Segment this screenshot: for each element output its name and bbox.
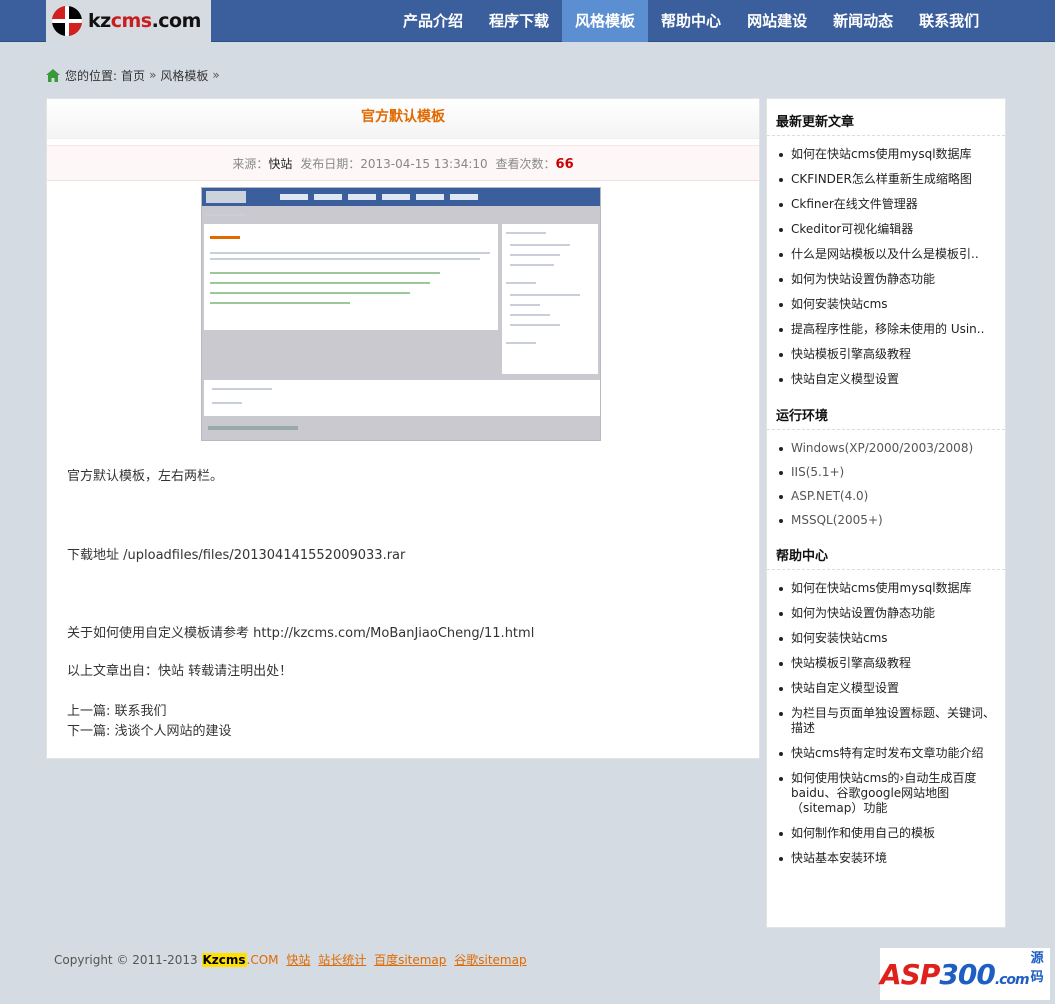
latest-articles-list: 如何在快站cms使用mysql数据库 CKFINDER怎么样重新生成缩略图 Ck… [767, 136, 1005, 401]
latest-article-item[interactable]: 快站自定义模型设置 [777, 372, 1005, 387]
nav-item-products[interactable]: 产品介绍 [390, 0, 476, 42]
help-center-list: 如何在快站cms使用mysql数据库 如何为快站设置伪静态功能 如何安装快站cm… [767, 570, 1005, 880]
help-article-item[interactable]: 如何制作和使用自己的模板 [777, 826, 1005, 841]
top-navigation-bar: kzcms.com 产品介绍 程序下载 风格模板 帮助中心 网站建设 新闻动态 … [0, 0, 1055, 42]
help-article-item[interactable]: 如何在快站cms使用mysql数据库 [777, 581, 1005, 596]
nav-item-website-building[interactable]: 网站建设 [734, 0, 820, 42]
sidebar: 最新更新文章 如何在快站cms使用mysql数据库 CKFINDER怎么样重新生… [766, 98, 1006, 928]
environment-item: Windows(XP/2000/2003/2008) [777, 441, 1005, 456]
nav-item-help[interactable]: 帮助中心 [648, 0, 734, 42]
home-icon [46, 68, 60, 82]
environment-heading: 运行环境 [767, 401, 1005, 430]
logo-text: kzcms.com [88, 10, 201, 32]
breadcrumb-separator: » [149, 68, 157, 82]
environment-list: Windows(XP/2000/2003/2008) IIS(5.1+) ASP… [767, 430, 1005, 541]
footer-link-google-sitemap[interactable]: 谷歌sitemap [454, 953, 526, 967]
views-label: 查看次数： [495, 157, 556, 171]
help-article-item[interactable]: 为栏目与页面单独设置标题、关键词、描述 [777, 706, 1005, 736]
footer-link-stats[interactable]: 站长统计 [318, 953, 366, 967]
article-download[interactable]: 下载地址 /uploadfiles/files/2013041415520090… [67, 544, 405, 563]
article-reference[interactable]: 关于如何使用自定义模板请参考 http://kzcms.com/MoBanJia… [67, 622, 534, 641]
environment-item: ASP.NET(4.0) [777, 489, 1005, 504]
watermark-text: ASP300.com [880, 957, 1030, 991]
footer: Copyright © 2011-2013 Kzcms.COM 快站 站长统计 … [54, 951, 527, 968]
environment-item: MSSQL(2005+) [777, 513, 1005, 528]
latest-article-item[interactable]: Ckfiner在线文件管理器 [777, 197, 1005, 212]
latest-article-item[interactable]: 如何为快站设置伪静态功能 [777, 272, 1005, 287]
latest-article-item[interactable]: 快站模板引擎高级教程 [777, 347, 1005, 362]
footer-copyright: Copyright © 2011-2013 [54, 953, 198, 967]
article-panel: 官方默认模板 来源：快站 发布日期：2013-04-15 13:34:10 查看… [46, 98, 760, 759]
breadcrumb-trailing-separator: » [212, 68, 220, 82]
latest-article-item[interactable]: Ckeditor可视化编辑器 [777, 222, 1005, 237]
article-intro: 官方默认模板，左右两栏。 [67, 469, 224, 484]
watermark-cn: 源码 [1030, 951, 1044, 985]
views-count: 66 [555, 157, 574, 172]
template-preview-image [201, 187, 601, 441]
environment-item: IIS(5.1+) [777, 465, 1005, 480]
site-logo[interactable]: kzcms.com [46, 0, 211, 42]
latest-article-item[interactable]: 如何安装快站cms [777, 297, 1005, 312]
breadcrumb-prefix: 您的位置: [65, 68, 118, 83]
help-article-item[interactable]: 快站基本安装环境 [777, 851, 1005, 866]
latest-article-item[interactable]: 如何在快站cms使用mysql数据库 [777, 147, 1005, 162]
footer-brand: Kzcms [201, 953, 247, 967]
article-meta: 来源：快站 发布日期：2013-04-15 13:34:10 查看次数：66 [47, 145, 759, 181]
latest-article-item[interactable]: 什么是网站模板以及什么是模板引.. [777, 247, 1005, 262]
breadcrumb: 您的位置: 首页 » 风格模板 » [46, 66, 224, 84]
watermark-logo: ASP300.com 源码 [880, 948, 1050, 1000]
latest-article-item[interactable]: CKFINDER怎么样重新生成缩略图 [777, 172, 1005, 187]
article-copyright-note: 以上文章出自：快站 转载请注明出处！ [67, 664, 293, 679]
help-center-heading: 帮助中心 [767, 541, 1005, 570]
footer-link-baidu-sitemap[interactable]: 百度sitemap [374, 953, 446, 967]
latest-article-item[interactable]: 提高程序性能，移除未使用的 Usin.. [777, 322, 1005, 337]
footer-link-kuaizhan[interactable]: 快站 [286, 953, 310, 967]
breadcrumb-current-link[interactable]: 风格模板 [160, 67, 208, 84]
nav-item-download[interactable]: 程序下载 [476, 0, 562, 42]
article-title: 官方默认模板 [361, 109, 445, 125]
main-nav: 产品介绍 程序下载 风格模板 帮助中心 网站建设 新闻动态 联系我们 [390, 0, 992, 42]
source-value: 快站 [268, 157, 293, 171]
source-label: 来源： [232, 157, 269, 171]
nav-item-news[interactable]: 新闻动态 [820, 0, 906, 42]
help-article-item[interactable]: 如何为快站设置伪静态功能 [777, 606, 1005, 621]
help-article-item[interactable]: 快站cms特有定时发布文章功能介绍 [777, 746, 1005, 761]
logo-mark-icon [52, 6, 82, 36]
date-label: 发布日期： [300, 157, 361, 171]
footer-dotcom: .COM [246, 953, 279, 967]
latest-articles-heading: 最新更新文章 [767, 99, 1005, 136]
article-title-bar: 官方默认模板 [47, 99, 759, 139]
help-article-item[interactable]: 快站自定义模型设置 [777, 681, 1005, 696]
breadcrumb-home-link[interactable]: 首页 [121, 67, 145, 84]
date-value: 2013-04-15 13:34:10 [360, 157, 488, 171]
help-article-item[interactable]: 如何安装快站cms [777, 631, 1005, 646]
nav-item-templates[interactable]: 风格模板 [562, 0, 649, 42]
prev-article-link[interactable]: 上一篇: 联系我们 [67, 700, 167, 719]
help-article-item[interactable]: 快站模板引擎高级教程 [777, 656, 1005, 671]
help-article-item[interactable]: 如何使用快站cms的›自动生成百度baidu、谷歌google网站地图（site… [777, 771, 1005, 816]
next-article-link[interactable]: 下一篇: 浅谈个人网站的建设 [67, 720, 232, 739]
nav-item-contact[interactable]: 联系我们 [906, 0, 992, 42]
